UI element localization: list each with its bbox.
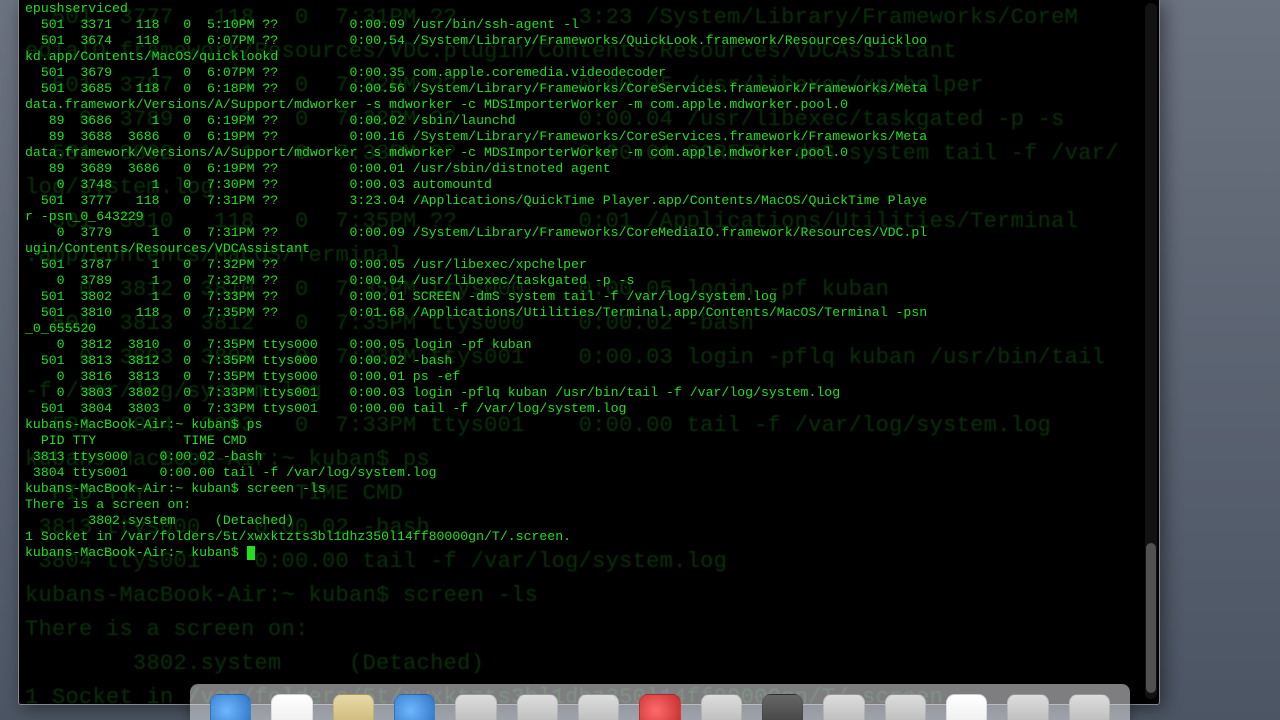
terminal-line: kd.app/Contents/MacOS/quicklookd (25, 49, 1153, 65)
terminal-scroll-thumb[interactable] (1146, 543, 1156, 693)
dock-app-icon[interactable] (578, 694, 619, 720)
terminal-line: 3804 ttys001 0:00.00 tail -f /var/log/sy… (25, 465, 1153, 481)
terminal-line: 3802.system (Detached) (25, 513, 1153, 529)
terminal-line: 0 3748 1 0 7:30PM ?? 0:00.03 automountd (25, 177, 1153, 193)
terminal-line: 501 3777 118 0 7:31PM ?? 3:23.04 /Applic… (25, 193, 1153, 209)
dock-app-icon[interactable] (639, 694, 680, 720)
terminal-line: epushserviced (25, 1, 1153, 17)
dock-app-icon[interactable] (885, 694, 926, 720)
terminal-line: kubans-MacBook-Air:~ kuban$ screen -ls (25, 481, 1153, 497)
dock-app-icon[interactable] (517, 694, 558, 720)
terminal-scrollbar[interactable] (1145, 3, 1157, 699)
terminal-line: 89 3688 3686 0 6:19PM ?? 0:00.16 /System… (25, 129, 1153, 145)
dock-app-icon[interactable] (455, 694, 496, 720)
terminal-line: data.framework/Versions/A/Support/mdwork… (25, 145, 1153, 161)
terminal-line: ugin/Contents/Resources/VDCAssistant (25, 241, 1153, 257)
terminal-line: 501 3804 3803 0 7:33PM ttys001 0:00.00 t… (25, 401, 1153, 417)
dock-app-icon[interactable] (333, 694, 374, 720)
terminal-line: 3813 ttys000 0:00.02 -bash (25, 449, 1153, 465)
terminal-line: 1 Socket in /var/folders/5t/xwxktzts3bl1… (25, 529, 1153, 545)
terminal-line: 501 3813 3812 0 7:35PM ttys000 0:00.02 -… (25, 353, 1153, 369)
desktop: 501 3777 118 0 7:31PM ?? 3:23 /System/Li… (0, 0, 1280, 720)
terminal-line: 0 3803 3802 0 7:33PM ttys001 0:00.03 log… (25, 385, 1153, 401)
terminal-cursor (247, 546, 255, 560)
terminal-line: 501 3810 118 0 7:35PM ?? 0:01.68 /Applic… (25, 305, 1153, 321)
terminal-line: 501 3371 118 0 5:10PM ?? 0:00.09 /usr/bi… (25, 17, 1153, 33)
terminal-line: r -psn_0_643229 (25, 209, 1153, 225)
dock-app-icon[interactable] (271, 694, 312, 720)
terminal-line: 501 3679 1 0 6:07PM ?? 0:00.35 com.apple… (25, 65, 1153, 81)
terminal-line: 501 3685 118 0 6:18PM ?? 0:00.56 /System… (25, 81, 1153, 97)
terminal-line: 89 3689 3686 0 6:19PM ?? 0:00.01 /usr/sb… (25, 161, 1153, 177)
terminal-line: kubans-MacBook-Air:~ kuban$ ps (25, 417, 1153, 433)
terminal-window[interactable]: 501 3777 118 0 7:31PM ?? 3:23 /System/Li… (18, 0, 1160, 705)
terminal-line: _0_655520 (25, 321, 1153, 337)
dock[interactable] (190, 684, 1130, 720)
dock-app-icon[interactable] (946, 694, 987, 720)
terminal-line: PID TTY TIME CMD (25, 433, 1153, 449)
dock-app-icon[interactable] (762, 694, 803, 720)
dock-app-icon[interactable] (394, 694, 435, 720)
terminal-line: There is a screen on: (25, 497, 1153, 513)
terminal-line: 501 3802 1 0 7:33PM ?? 0:00.01 SCREEN -d… (25, 289, 1153, 305)
terminal-line: 0 3779 1 0 7:31PM ?? 0:00.09 /System/Lib… (25, 225, 1153, 241)
terminal-line: kubans-MacBook-Air:~ kuban$ (25, 545, 1153, 561)
terminal-line: 501 3787 1 0 7:32PM ?? 0:00.05 /usr/libe… (25, 257, 1153, 273)
dock-app-icon[interactable] (701, 694, 742, 720)
terminal-line: 0 3816 3813 0 7:35PM ttys000 0:00.01 ps … (25, 369, 1153, 385)
dock-app-icon[interactable] (1007, 694, 1048, 720)
dock-app-icon[interactable] (210, 694, 251, 720)
dock-app-icon[interactable] (1069, 694, 1110, 720)
terminal-line: data.framework/Versions/A/Support/mdwork… (25, 97, 1153, 113)
dock-app-icon[interactable] (823, 694, 864, 720)
terminal-output[interactable]: epushserviced 501 3371 118 0 5:10PM ?? 0… (19, 0, 1159, 704)
terminal-line: 89 3686 1 0 6:19PM ?? 0:00.02 /sbin/laun… (25, 113, 1153, 129)
terminal-line: 0 3789 1 0 7:32PM ?? 0:00.04 /usr/libexe… (25, 273, 1153, 289)
terminal-line: 0 3812 3810 0 7:35PM ttys000 0:00.05 log… (25, 337, 1153, 353)
terminal-line: 501 3674 118 0 6:07PM ?? 0:00.54 /System… (25, 33, 1153, 49)
